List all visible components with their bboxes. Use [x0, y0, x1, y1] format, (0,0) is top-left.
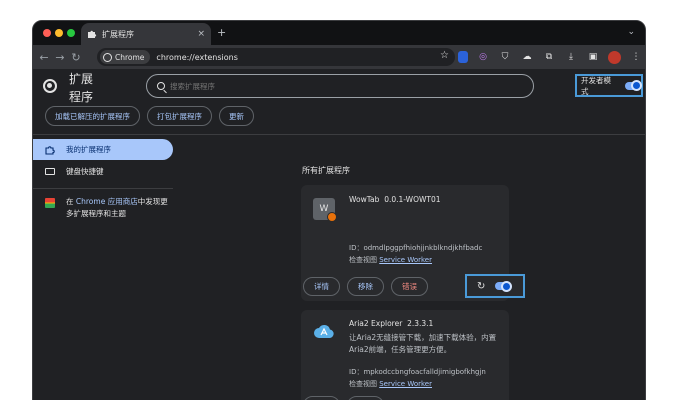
sidebar-item-keyboard-shortcuts[interactable]: 键盘快捷键: [33, 161, 173, 182]
sidebar-item-my-extensions[interactable]: 我的扩展程序: [33, 139, 173, 160]
load-unpacked-button[interactable]: 加载已解压的扩展程序: [45, 106, 140, 126]
chrome-icon: [103, 52, 112, 62]
forward-icon[interactable]: →: [52, 51, 68, 64]
service-worker-badge-icon: [327, 212, 337, 222]
extension-name: Aria2 Explorer 2.3.3.1: [349, 319, 433, 328]
extension-name: WowTab 0.0.1-WOWT01: [349, 195, 441, 204]
address-bar[interactable]: Chrome chrome://extensions ☆: [97, 48, 455, 66]
sidebar-divider: [33, 188, 173, 189]
aria2-cloud-icon: [314, 325, 334, 338]
details-button[interactable]: 详情: [303, 277, 340, 296]
header-divider: [33, 134, 645, 135]
title-bar: 扩展程序 × + ⌄: [33, 21, 645, 45]
search-icon: [157, 82, 165, 90]
search-input[interactable]: [170, 81, 470, 91]
pack-extension-button[interactable]: 打包扩展程序: [147, 106, 212, 126]
bookmark-star-icon[interactable]: ☆: [440, 50, 449, 61]
download-icon[interactable]: ⤓: [564, 50, 578, 64]
avatar[interactable]: [608, 50, 621, 64]
extension-version: 0.0.1-WOWT01: [384, 195, 441, 204]
back-icon[interactable]: ←: [36, 51, 52, 64]
web-store-text: 在 Chrome 应用商店中发现更多扩展程序和主题: [66, 196, 170, 220]
keyboard-icon: [45, 168, 55, 175]
details-button[interactable]: 详情: [303, 396, 340, 400]
menu-dots-icon[interactable]: ⋮: [629, 50, 643, 64]
side-panel-icon[interactable]: ▣: [586, 50, 600, 64]
remove-button[interactable]: 移除: [347, 396, 384, 400]
extension-id: ID：mpkodccbngfoacfalldjimigbofkhgjn: [349, 368, 486, 376]
inspect-views: 检查视图 Service Worker: [349, 378, 432, 390]
tab-title: 扩展程序: [102, 29, 134, 39]
chip-label: Chrome: [115, 52, 145, 62]
extension-enable-toggle[interactable]: [495, 280, 513, 292]
minimize-window-button[interactable]: [55, 29, 63, 37]
close-window-button[interactable]: [43, 29, 51, 37]
web-store-icon: [45, 198, 55, 208]
errors-button[interactable]: 错误: [391, 277, 428, 296]
card-actions: 详情 移除: [303, 396, 384, 400]
remove-button[interactable]: 移除: [347, 277, 384, 296]
maximize-window-button[interactable]: [67, 29, 75, 37]
inspect-views-label: 检查视图: [349, 256, 377, 264]
inspect-views: 检查视图 Service Worker: [349, 254, 432, 266]
card-actions: 详情 移除 错误: [303, 277, 428, 296]
developer-mode-toggle[interactable]: [625, 80, 642, 91]
tab-extensions[interactable]: 扩展程序 ×: [81, 23, 211, 45]
extension-name-text: WowTab: [349, 195, 380, 204]
extensions-page: 扩展程序 开发者模式 加载已解压的扩展程序 打包扩展程序 更新 我的扩展程序 键…: [33, 69, 645, 400]
web-store-promo: 在 Chrome 应用商店中发现更多扩展程序和主题: [45, 196, 170, 220]
new-tab-button[interactable]: +: [217, 26, 226, 39]
bitwarden-icon[interactable]: [458, 51, 468, 63]
reload-icon[interactable]: ↻: [68, 51, 84, 64]
extension-toolbar: ◎ ⛉ ☁ ⧉ ⤓ ▣ ⋮: [458, 50, 643, 64]
search-box[interactable]: [146, 74, 534, 98]
reload-extension-icon[interactable]: ↻: [477, 281, 485, 292]
sidebar-item-label: 我的扩展程序: [66, 145, 111, 154]
inspect-views-label: 检查视图: [349, 380, 377, 388]
developer-mode-label: 开发者模式: [581, 75, 611, 96]
url-text: chrome://extensions: [156, 52, 238, 62]
page-title: 扩展程序: [69, 72, 94, 104]
extension-shield-icon[interactable]: ⛉: [498, 50, 512, 64]
extension-card-aria2: Aria2 Explorer 2.3.3.1 让Aria2无缝接管下载，加速下载…: [301, 310, 509, 400]
developer-mode-control[interactable]: 开发者模式: [575, 74, 643, 97]
extension-name-text: Aria2 Explorer: [349, 319, 403, 328]
browser-window: 扩展程序 × + ⌄ ← → ↻ Chrome chrome://extensi…: [32, 20, 646, 400]
aria2-cloud-icon[interactable]: ☁: [520, 50, 534, 64]
extension-spiral-icon[interactable]: ◎: [476, 50, 490, 64]
extension-controls: ↻: [465, 274, 525, 298]
extension-description: 让Aria2无缝接管下载，加速下载体验，内置Aria2前端，任务管理更方便。: [349, 333, 497, 354]
web-store-link[interactable]: Chrome 应用商店: [76, 197, 138, 206]
sidebar-item-label: 键盘快捷键: [66, 167, 104, 176]
tab-close-icon[interactable]: ×: [197, 29, 205, 39]
extension-version: 2.3.3.1: [407, 319, 434, 328]
puzzle-icon: [88, 30, 97, 38]
service-worker-link[interactable]: Service Worker: [379, 256, 432, 264]
update-button[interactable]: 更新: [219, 106, 254, 126]
service-worker-link[interactable]: Service Worker: [379, 380, 432, 388]
developer-actions: 加载已解压的扩展程序 打包扩展程序 更新: [45, 106, 254, 126]
chrome-logo-icon: [43, 79, 57, 93]
browser-toolbar: ← → ↻ Chrome chrome://extensions ☆ ◎ ⛉ ☁…: [33, 45, 645, 69]
extension-id: ID：odmdlpggpfhiohjjnkblkndjkhfbadc: [349, 244, 483, 252]
section-title: 所有扩展程序: [302, 166, 350, 175]
tab-search-chevron-icon[interactable]: ⌄: [627, 27, 635, 37]
extension-card-wowtab: W WowTab 0.0.1-WOWT01 ID：odmdlpggpfhiohj…: [301, 185, 525, 301]
extensions-puzzle-icon[interactable]: ⧉: [542, 50, 556, 64]
site-info-chip[interactable]: Chrome: [100, 50, 151, 64]
puzzle-icon: [45, 145, 55, 155]
web-store-prefix: 在: [66, 197, 74, 206]
